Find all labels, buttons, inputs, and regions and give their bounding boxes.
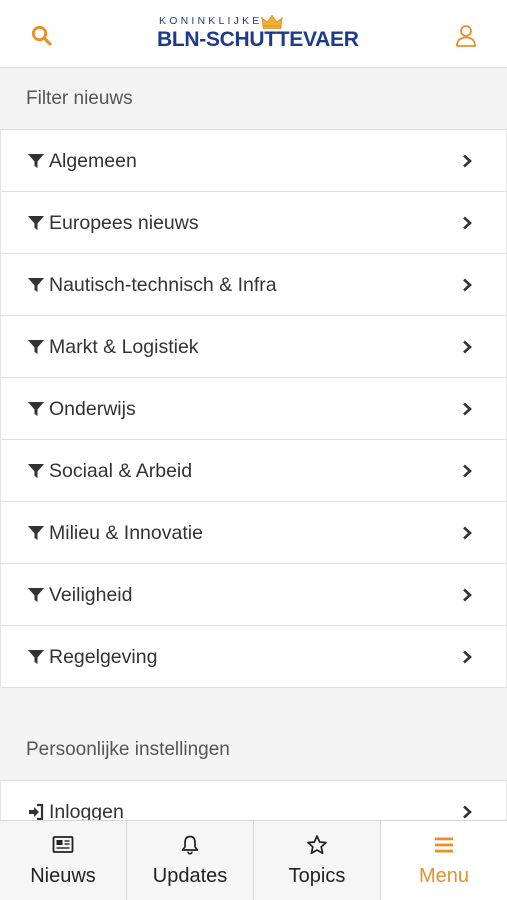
filter-icon — [28, 154, 44, 168]
chevron-right-icon — [463, 154, 472, 168]
menu-icon — [435, 837, 453, 853]
filter-item-label: Europees nieuws — [49, 212, 199, 234]
filter-item-nautisch-technisch[interactable]: Nautisch-technisch & Infra — [0, 254, 507, 316]
filter-item-label: Onderwijs — [49, 398, 136, 420]
filter-icon — [28, 216, 44, 230]
filter-item-label: Milieu & Innovatie — [49, 522, 203, 544]
crown-icon — [261, 14, 283, 29]
filter-item-regelgeving[interactable]: Regelgeving — [0, 626, 507, 688]
filter-item-label: Algemeen — [49, 150, 137, 172]
chevron-right-icon — [463, 340, 472, 354]
filter-item-algemeen[interactable]: Algemeen — [0, 130, 507, 192]
menu-content[interactable]: Filter nieuws Algemeen Europees nieuws N… — [0, 68, 507, 820]
tab-label: Nieuws — [30, 865, 96, 887]
tab-label: Menu — [418, 865, 470, 887]
tab-label: Updates — [152, 865, 228, 887]
filter-icon — [28, 588, 44, 602]
tab-label: Topics — [288, 865, 346, 887]
filter-icon — [28, 526, 44, 540]
chevron-right-icon — [463, 588, 472, 602]
account-button[interactable] — [455, 24, 477, 48]
filter-section-title: Filter nieuws — [0, 68, 507, 129]
logo-title: BLN-SCHUTTEVAER — [157, 28, 359, 51]
tab-nieuws[interactable]: Nieuws — [0, 821, 127, 900]
chevron-right-icon — [463, 526, 472, 540]
filter-item-markt-logistiek[interactable]: Markt & Logistiek — [0, 316, 507, 378]
settings-item-label: Inloggen — [49, 801, 124, 820]
chevron-right-icon — [463, 402, 472, 416]
search-button[interactable] — [30, 24, 54, 48]
filter-icon — [28, 464, 44, 478]
user-icon — [456, 25, 476, 47]
newspaper-icon — [52, 836, 74, 853]
filter-icon — [28, 650, 44, 664]
filter-item-label: Nautisch-technisch & Infra — [49, 274, 277, 296]
section-spacer — [0, 688, 507, 719]
filter-item-label: Markt & Logistiek — [49, 336, 199, 358]
settings-list: Inloggen — [0, 780, 507, 820]
tab-updates[interactable]: Updates — [127, 821, 254, 900]
search-icon — [31, 25, 52, 46]
filter-item-label: Veiligheid — [49, 584, 133, 606]
chevron-right-icon — [463, 805, 472, 819]
filter-icon — [28, 278, 44, 292]
bottom-tab-bar: Nieuws Updates Topics Menu — [0, 820, 507, 900]
filter-item-europees-nieuws[interactable]: Europees nieuws — [0, 192, 507, 254]
settings-item-inloggen[interactable]: Inloggen — [0, 781, 507, 820]
chevron-right-icon — [463, 278, 472, 292]
tab-menu[interactable]: Menu — [381, 821, 507, 900]
filter-item-label: Sociaal & Arbeid — [49, 460, 193, 482]
filter-item-veiligheid[interactable]: Veiligheid — [0, 564, 507, 626]
tab-topics[interactable]: Topics — [254, 821, 381, 900]
chevron-right-icon — [463, 216, 472, 230]
star-icon — [307, 835, 327, 855]
filter-icon — [28, 402, 44, 416]
filter-item-label: Regelgeving — [49, 646, 158, 668]
filter-item-onderwijs[interactable]: Onderwijs — [0, 378, 507, 440]
app-header: KONINKLIJKE BLN-SCHUTTEVAER — [0, 0, 507, 68]
chevron-right-icon — [463, 464, 472, 478]
settings-section-title: Persoonlijke instellingen — [0, 719, 507, 780]
logo-subtitle: KONINKLIJKE — [159, 15, 263, 27]
brand-logo[interactable]: KONINKLIJKE BLN-SCHUTTEVAER — [157, 14, 359, 54]
chevron-right-icon — [463, 650, 472, 664]
bell-icon — [181, 835, 199, 855]
filter-item-milieu-innovatie[interactable]: Milieu & Innovatie — [0, 502, 507, 564]
sign-in-icon — [29, 803, 44, 820]
filter-list: Algemeen Europees nieuws Nautisch-techni… — [0, 129, 507, 688]
filter-item-sociaal-arbeid[interactable]: Sociaal & Arbeid — [0, 440, 507, 502]
filter-icon — [28, 340, 44, 354]
